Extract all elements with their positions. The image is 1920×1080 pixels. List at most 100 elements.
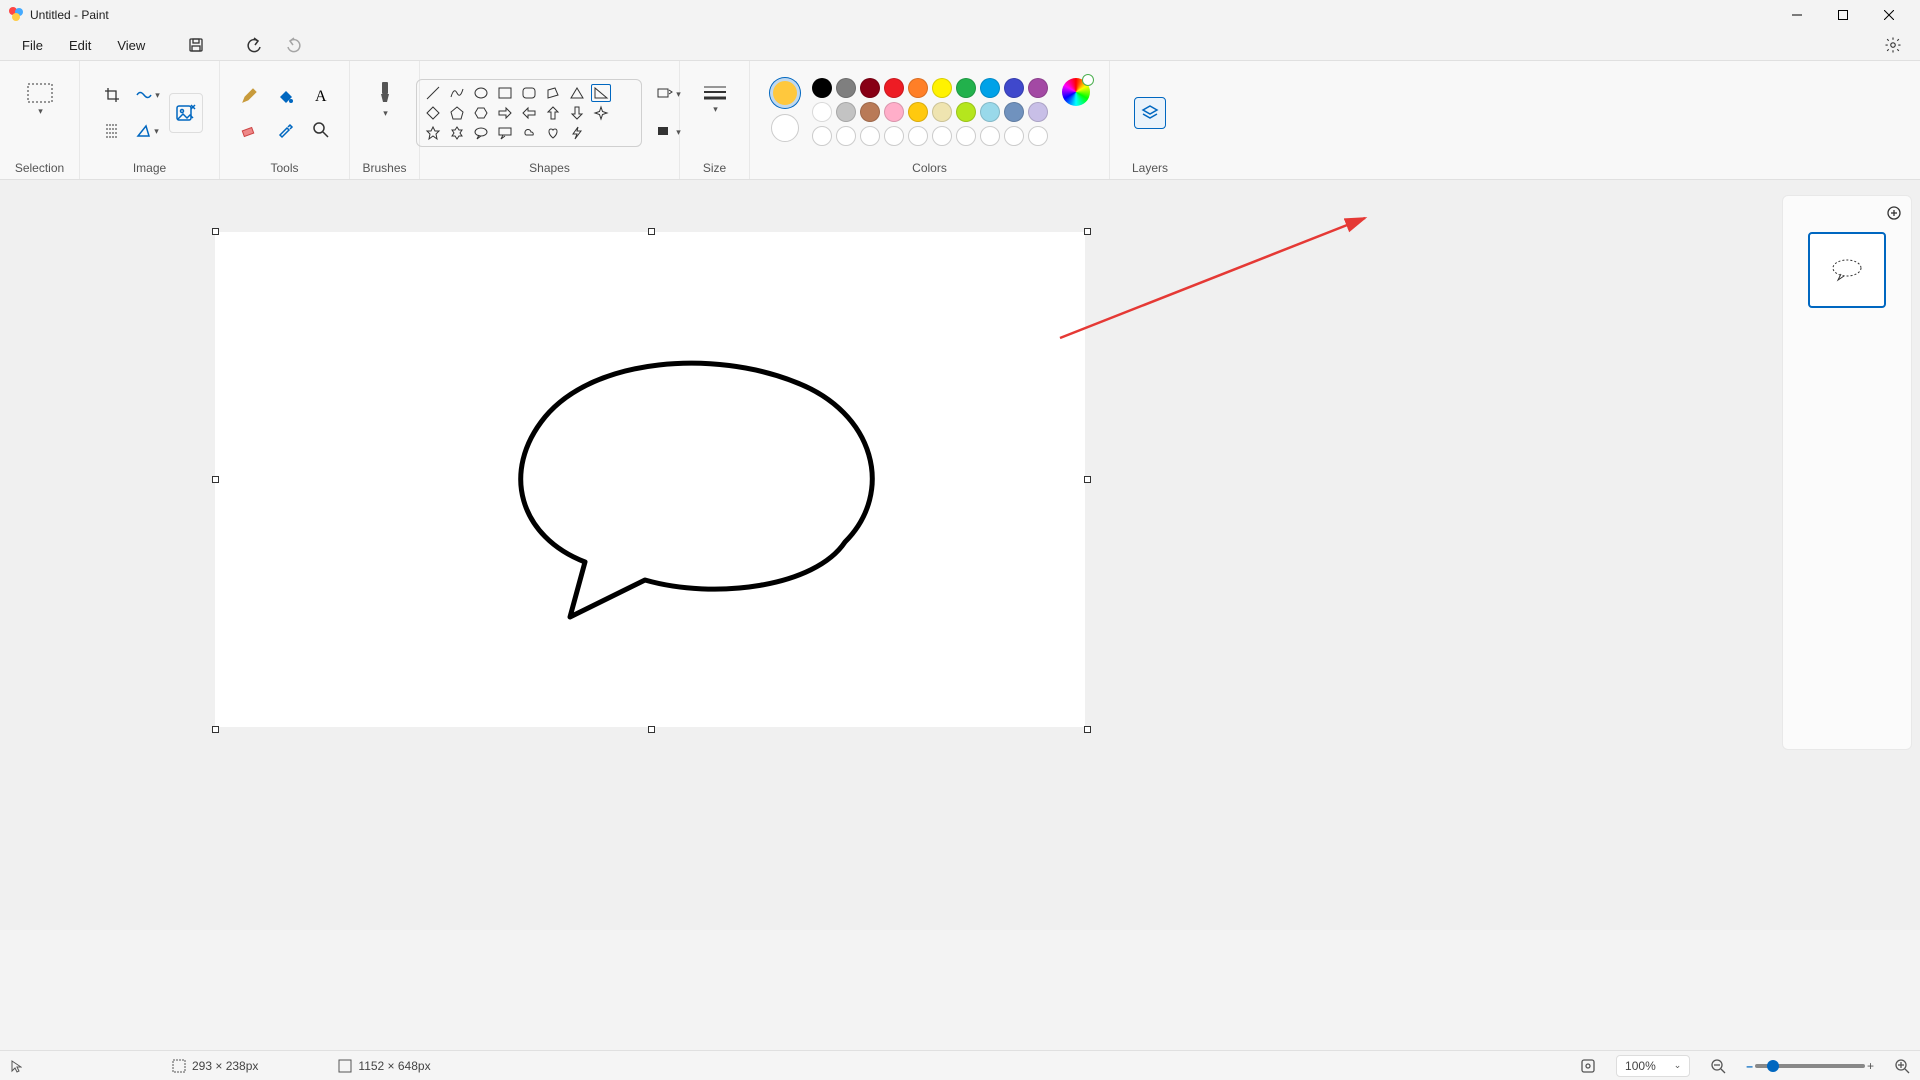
shape-outline-button[interactable]: ▾ — [654, 79, 684, 109]
color-swatch-empty[interactable] — [884, 126, 904, 146]
shape-right-triangle[interactable] — [591, 84, 611, 102]
color-1[interactable] — [770, 78, 800, 108]
size-button[interactable]: ▾ — [693, 69, 737, 129]
resize-handle[interactable] — [212, 726, 219, 733]
zoom-slider[interactable] — [1755, 1064, 1865, 1068]
color-swatch-empty[interactable] — [932, 126, 952, 146]
select-tool[interactable]: ▾ — [18, 69, 62, 129]
shape-6star[interactable] — [447, 124, 467, 142]
shape-fill-button[interactable]: ▾ — [654, 117, 684, 147]
color-2[interactable] — [771, 114, 799, 142]
magnifier-tool[interactable] — [304, 114, 338, 146]
color-swatch[interactable] — [980, 102, 1000, 122]
color-swatch[interactable] — [932, 78, 952, 98]
color-swatch[interactable] — [1028, 78, 1048, 98]
shape-5star[interactable] — [423, 124, 443, 142]
color-swatch[interactable] — [1004, 102, 1024, 122]
menu-file[interactable]: File — [10, 32, 55, 59]
close-button[interactable] — [1866, 0, 1912, 30]
shapes-gallery[interactable] — [416, 79, 642, 147]
color-swatch-empty[interactable] — [980, 126, 1000, 146]
color-swatch[interactable] — [956, 78, 976, 98]
resize-handle[interactable] — [212, 476, 219, 483]
shape-arrow-left[interactable] — [519, 104, 539, 122]
pencil-tool[interactable] — [232, 80, 266, 112]
resize-button[interactable]: ▾ — [133, 80, 163, 110]
zoom-minus[interactable]: – — [1746, 1059, 1753, 1073]
color-swatch[interactable] — [1028, 102, 1048, 122]
canvas[interactable] — [215, 232, 1085, 727]
eraser-tool[interactable] — [232, 114, 266, 146]
shape-line[interactable] — [423, 84, 443, 102]
color-swatch-empty[interactable] — [812, 126, 832, 146]
layer-thumbnail[interactable] — [1808, 232, 1886, 308]
color-swatch[interactable] — [836, 102, 856, 122]
zoom-out-button[interactable] — [1710, 1058, 1726, 1074]
shape-curve[interactable] — [447, 84, 467, 102]
color-swatch[interactable] — [836, 78, 856, 98]
color-swatch[interactable] — [980, 78, 1000, 98]
shape-callout-cloud[interactable] — [519, 124, 539, 142]
shape-triangle[interactable] — [567, 84, 587, 102]
shape-lightning[interactable] — [567, 124, 587, 142]
minimize-button[interactable] — [1774, 0, 1820, 30]
shape-oval[interactable] — [471, 84, 491, 102]
zoom-in-button[interactable] — [1894, 1058, 1910, 1074]
color-swatch[interactable] — [860, 102, 880, 122]
color-swatch[interactable] — [1004, 78, 1024, 98]
resize-handle[interactable] — [1084, 476, 1091, 483]
shape-arrow-down[interactable] — [567, 104, 587, 122]
resize-handle[interactable] — [212, 228, 219, 235]
shape-callout-round[interactable] — [471, 124, 491, 142]
shape-diamond[interactable] — [423, 104, 443, 122]
layers-button[interactable] — [1134, 97, 1166, 129]
color-swatch-empty[interactable] — [1028, 126, 1048, 146]
resize-handle[interactable] — [648, 228, 655, 235]
color-swatch[interactable] — [884, 78, 904, 98]
crop-button[interactable] — [97, 80, 127, 110]
menu-view[interactable]: View — [105, 32, 157, 59]
color-swatch[interactable] — [908, 78, 928, 98]
rotate-button[interactable]: ▾ — [133, 116, 163, 146]
zoom-plus[interactable]: + — [1867, 1059, 1874, 1073]
shape-roundrect[interactable] — [519, 84, 539, 102]
resize-handle[interactable] — [648, 726, 655, 733]
undo-button[interactable] — [237, 31, 271, 59]
zoom-dropdown[interactable]: 100% ⌄ — [1616, 1055, 1690, 1077]
shape-arrow-up[interactable] — [543, 104, 563, 122]
brush-tool[interactable]: ▾ — [363, 69, 407, 129]
settings-button[interactable] — [1876, 31, 1910, 59]
shape-arrow-right[interactable] — [495, 104, 515, 122]
color-swatch[interactable] — [932, 102, 952, 122]
color-swatch-empty[interactable] — [1004, 126, 1024, 146]
resize-handle[interactable] — [1084, 228, 1091, 235]
color-swatch[interactable] — [956, 102, 976, 122]
menu-edit[interactable]: Edit — [57, 32, 103, 59]
color-swatch[interactable] — [884, 102, 904, 122]
edit-colors-button[interactable] — [1062, 78, 1090, 106]
color-swatch-empty[interactable] — [860, 126, 880, 146]
shape-pentagon[interactable] — [447, 104, 467, 122]
save-button[interactable] — [179, 31, 213, 59]
redo-button[interactable] — [277, 31, 311, 59]
text-tool[interactable]: A — [304, 80, 338, 112]
eyedropper-tool[interactable] — [268, 114, 302, 146]
skew-button[interactable] — [97, 116, 127, 146]
shape-hexagon[interactable] — [471, 104, 491, 122]
shape-heart[interactable] — [543, 124, 563, 142]
color-swatch-empty[interactable] — [836, 126, 856, 146]
shape-4star[interactable] — [591, 104, 611, 122]
color-swatch-empty[interactable] — [956, 126, 976, 146]
image-properties-button[interactable] — [169, 93, 203, 133]
color-swatch-empty[interactable] — [908, 126, 928, 146]
shape-callout-rect[interactable] — [495, 124, 515, 142]
maximize-button[interactable] — [1820, 0, 1866, 30]
color-swatch[interactable] — [812, 78, 832, 98]
shape-rect[interactable] — [495, 84, 515, 102]
color-swatch[interactable] — [908, 102, 928, 122]
shape-polygon[interactable] — [543, 84, 563, 102]
fit-screen-button[interactable] — [1580, 1058, 1596, 1074]
color-swatch[interactable] — [812, 102, 832, 122]
color-swatch[interactable] — [860, 78, 880, 98]
fill-tool[interactable] — [268, 80, 302, 112]
